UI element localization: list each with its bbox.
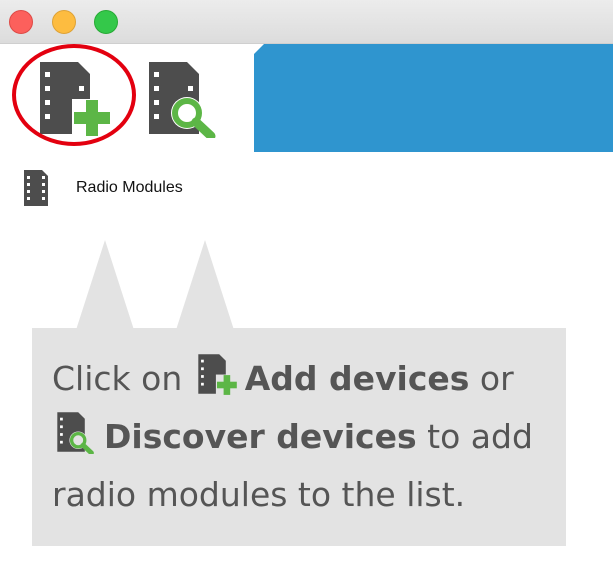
discover-device-icon — [149, 62, 216, 138]
hint-add-label: Add devices — [244, 359, 470, 398]
toolbar-accent-area — [242, 44, 613, 152]
maximize-window-button[interactable] — [94, 10, 118, 34]
hint-part1: Click on — [52, 359, 183, 398]
hint-bubble: Click on Add devices or Discover devices… — [32, 328, 566, 546]
discover-device-icon — [54, 410, 98, 454]
list-item-label: Radio Modules — [76, 179, 183, 196]
discover-devices-button[interactable] — [143, 58, 223, 138]
hint-pointer-add — [76, 240, 134, 330]
add-devices-highlight — [12, 44, 136, 146]
toolbar-corner — [242, 44, 264, 66]
minimize-window-button[interactable] — [52, 10, 76, 34]
hint-text: Click on Add devices or Discover devices… — [52, 350, 562, 524]
list-item-radio-modules[interactable]: Radio Modules — [22, 168, 183, 208]
add-device-icon — [195, 352, 239, 396]
close-window-button[interactable] — [9, 10, 33, 34]
hint-pointer-discover — [176, 240, 234, 330]
hint-discover-label: Discover devices — [104, 417, 417, 456]
radio-module-icon — [24, 170, 48, 206]
title-bar — [0, 0, 613, 44]
hint-part2: or — [479, 359, 514, 398]
